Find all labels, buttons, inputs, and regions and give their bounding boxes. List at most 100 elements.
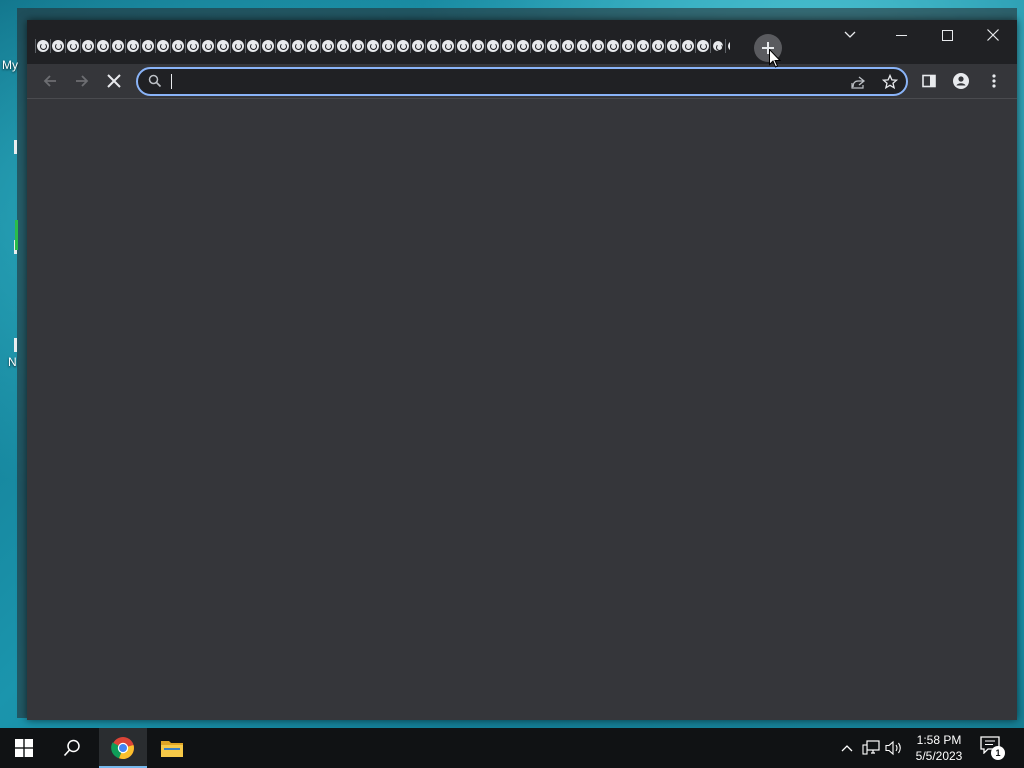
desktop-icon-fragment[interactable]: [14, 140, 17, 154]
bookmark-button[interactable]: [879, 72, 901, 92]
tab-favicon-icon: [666, 40, 679, 52]
browser-tab[interactable]: [35, 35, 50, 57]
search-icon: [63, 739, 80, 757]
tab-favicon-icon: [216, 40, 229, 52]
desktop-icon-fragment: [15, 220, 18, 250]
desktop-icon-label[interactable]: My: [2, 58, 18, 72]
browser-tab[interactable]: [710, 35, 725, 57]
browser-tab[interactable]: [155, 35, 170, 57]
browser-tab[interactable]: [260, 35, 275, 57]
maximize-icon: [941, 29, 953, 41]
browser-tab[interactable]: [110, 35, 125, 57]
taskbar-search-button[interactable]: [48, 728, 96, 768]
side-panel-button[interactable]: [914, 66, 944, 96]
browser-tab[interactable]: [635, 35, 650, 57]
browser-tab[interactable]: [725, 35, 730, 57]
browser-tab[interactable]: [95, 35, 110, 57]
browser-tab[interactable]: [200, 35, 215, 57]
desktop-icon-label[interactable]: N: [8, 355, 17, 369]
browser-tab[interactable]: [650, 35, 665, 57]
tab-favicon-icon: [156, 40, 169, 52]
maximize-button[interactable]: [924, 20, 970, 50]
browser-tab[interactable]: [515, 35, 530, 57]
browser-tab[interactable]: [470, 35, 485, 57]
notification-count-badge: 1: [991, 746, 1005, 760]
tab-favicon-icon: [441, 40, 454, 52]
tab-favicon-icon: [727, 41, 730, 51]
tab-favicon-icon: [96, 40, 109, 52]
browser-tab[interactable]: [500, 35, 515, 57]
browser-tab[interactable]: [605, 35, 620, 57]
page-content[interactable]: [27, 100, 1017, 720]
browser-tab[interactable]: [425, 35, 440, 57]
browser-tab[interactable]: [335, 35, 350, 57]
browser-tab[interactable]: [80, 35, 95, 57]
browser-tab[interactable]: [575, 35, 590, 57]
back-button[interactable]: [35, 66, 65, 96]
profile-button[interactable]: [946, 66, 976, 96]
chrome-window: [27, 20, 1017, 720]
title-bar[interactable]: [27, 20, 1017, 64]
tab-search-button[interactable]: [832, 20, 868, 50]
browser-tab[interactable]: [305, 35, 320, 57]
browser-tab[interactable]: [440, 35, 455, 57]
browser-tab[interactable]: [395, 35, 410, 57]
close-button[interactable]: [970, 20, 1016, 50]
browser-tab[interactable]: [50, 35, 65, 57]
start-button[interactable]: [0, 728, 48, 768]
share-button[interactable]: [847, 72, 869, 92]
action-center-button[interactable]: 1: [980, 736, 1006, 760]
volume-button[interactable]: [884, 738, 904, 758]
side-panel-icon: [922, 74, 936, 88]
browser-tab[interactable]: [545, 35, 560, 57]
browser-tab[interactable]: [665, 35, 680, 57]
browser-tab[interactable]: [170, 35, 185, 57]
browser-tab[interactable]: [620, 35, 635, 57]
browser-tab[interactable]: [530, 35, 545, 57]
browser-tab[interactable]: [125, 35, 140, 57]
browser-tab[interactable]: [350, 35, 365, 57]
browser-tab[interactable]: [365, 35, 380, 57]
search-icon: [148, 74, 162, 93]
browser-tab[interactable]: [140, 35, 155, 57]
forward-button[interactable]: [67, 66, 97, 96]
taskbar-clock[interactable]: 1:58 PM 5/5/2023: [908, 732, 970, 764]
browser-tab[interactable]: [695, 35, 710, 57]
browser-tab[interactable]: [380, 35, 395, 57]
browser-tab[interactable]: [275, 35, 290, 57]
browser-tab[interactable]: [680, 35, 695, 57]
clock-time: 1:58 PM: [916, 733, 962, 747]
browser-tab[interactable]: [590, 35, 605, 57]
browser-tab[interactable]: [230, 35, 245, 57]
tab-favicon-icon: [651, 40, 664, 52]
tab-favicon-icon: [531, 40, 544, 52]
browser-tab[interactable]: [185, 35, 200, 57]
browser-tab[interactable]: [65, 35, 80, 57]
text-caret: [171, 74, 172, 89]
tab-favicon-icon: [336, 40, 349, 52]
browser-tab[interactable]: [560, 35, 575, 57]
show-hidden-icons-button[interactable]: [839, 738, 855, 758]
profile-icon: [953, 73, 969, 89]
taskbar-file-explorer-button[interactable]: [148, 728, 196, 768]
toolbar: [27, 64, 1017, 99]
menu-button[interactable]: [979, 66, 1009, 96]
network-button[interactable]: [861, 738, 881, 758]
browser-tab[interactable]: [215, 35, 230, 57]
browser-tab[interactable]: [320, 35, 335, 57]
minimize-button[interactable]: [878, 20, 924, 50]
address-bar[interactable]: [136, 67, 908, 96]
tab-favicon-icon: [456, 40, 469, 52]
address-input[interactable]: [174, 72, 814, 91]
tab-favicon-icon: [501, 40, 514, 52]
browser-tab[interactable]: [410, 35, 425, 57]
browser-tab[interactable]: [245, 35, 260, 57]
tab-favicon-icon: [426, 40, 439, 52]
browser-tab[interactable]: [290, 35, 305, 57]
tab-favicon-icon: [576, 40, 589, 52]
browser-tab[interactable]: [485, 35, 500, 57]
browser-tab[interactable]: [455, 35, 470, 57]
desktop-icon-fragment[interactable]: [14, 338, 17, 352]
taskbar-chrome-button[interactable]: [99, 728, 147, 768]
stop-loading-button[interactable]: [99, 66, 129, 96]
